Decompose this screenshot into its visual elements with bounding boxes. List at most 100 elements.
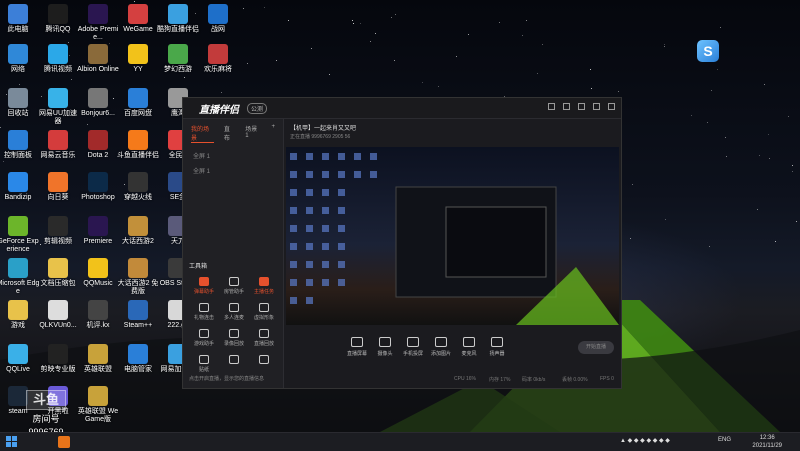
desktop-icon[interactable]: 英雄联盟 WeGame版 bbox=[76, 386, 120, 424]
microphone-button[interactable]: 麦克风 bbox=[454, 337, 484, 357]
minimize-icon[interactable] bbox=[578, 103, 585, 110]
desktop-icon[interactable]: Premiere bbox=[76, 216, 120, 246]
desktop-icon-label: 大话西游2 免费版 bbox=[117, 280, 159, 295]
desktop-icon[interactable]: 大话西游2 免费版 bbox=[116, 258, 160, 296]
desktop-icon[interactable]: QLKVUn0... bbox=[36, 300, 80, 330]
desktop-icon[interactable]: 战网 bbox=[196, 4, 240, 34]
desktop-icon[interactable]: Albion Online bbox=[76, 44, 120, 74]
desktop-icon[interactable]: QQLive bbox=[0, 344, 40, 374]
desktop-icon[interactable]: 腾讯视频 bbox=[36, 44, 80, 74]
desktop-icon-image bbox=[8, 130, 28, 150]
language-indicator[interactable]: ENG bbox=[718, 437, 731, 443]
scene-tabs: 我的场景 直布 场景 1 + bbox=[183, 119, 283, 148]
tab-my-scene[interactable]: 我的场景 bbox=[191, 124, 214, 143]
desktop-icon[interactable]: 文档压缩包 bbox=[36, 258, 80, 288]
desktop-icon[interactable]: 腾讯QQ bbox=[36, 4, 80, 34]
toolbox-item[interactable]: 多人连麦 bbox=[219, 303, 249, 321]
toolbox-item[interactable]: 直播回放 bbox=[249, 329, 279, 347]
add-tab-button[interactable]: + bbox=[271, 124, 275, 143]
toolbox-item[interactable]: 录像回放 bbox=[219, 329, 249, 347]
add-image-button[interactable]: 添加图片 bbox=[426, 337, 456, 357]
speaker-button[interactable]: 扬声器 bbox=[482, 337, 512, 357]
desktop-icon[interactable]: 网易云音乐 bbox=[36, 130, 80, 160]
desktop-icon-image bbox=[128, 44, 148, 64]
desktop-icon[interactable]: 网络 bbox=[0, 44, 40, 74]
tool-label: 弹幕助手 bbox=[193, 289, 214, 295]
star bbox=[133, 0, 135, 2]
start-live-button[interactable]: 开始直播 bbox=[578, 341, 614, 354]
tab-scene-1[interactable]: 场景 1 bbox=[245, 124, 261, 143]
close-icon[interactable] bbox=[608, 103, 615, 110]
desktop-icon[interactable]: 剪辑视频 bbox=[36, 216, 80, 246]
toolbox-item[interactable]: 游戏助手 bbox=[189, 329, 219, 347]
tray-icons[interactable]: ▲ ◆ ◆ ◆ ◆ ◆ ◆ ◆ bbox=[620, 437, 670, 444]
stream-preview[interactable] bbox=[286, 147, 619, 325]
desktop-icon[interactable]: 酷狗直播伴侣 bbox=[156, 4, 200, 34]
desktop-icon[interactable]: 此电脑 bbox=[0, 4, 40, 34]
desktop-icon-label: 文档压缩包 bbox=[40, 280, 76, 287]
tool-label: 录像回放 bbox=[223, 341, 244, 347]
desktop-icon[interactable]: 向日葵 bbox=[36, 172, 80, 202]
tab-live[interactable]: 直布 bbox=[224, 124, 235, 143]
toolbox-item[interactable]: 礼物连击 bbox=[189, 303, 219, 321]
desktop-icon[interactable]: Steam++ bbox=[116, 300, 160, 330]
toolbox-item[interactable]: 贴纸 bbox=[189, 355, 219, 373]
desktop-icon-label: 英雄联盟 bbox=[84, 366, 112, 373]
room-title[interactable]: 【机甲】一起来肖又又吧 bbox=[290, 123, 356, 132]
desktop-icon[interactable]: 机评.kx bbox=[76, 300, 120, 330]
tool-icon bbox=[229, 355, 239, 364]
desktop-icon[interactable]: 大话西游2 bbox=[116, 216, 160, 246]
toolbox-item[interactable] bbox=[219, 355, 249, 373]
stream-controls: 直播屏幕 摄像头 手机投屏 添加图片 麦克风 扬声器 开始直播 bbox=[284, 333, 621, 369]
desktop-icon[interactable]: 百度网盘 bbox=[116, 88, 160, 118]
desktop-icon-label: 穿越火线 bbox=[124, 194, 152, 201]
desktop-icon[interactable]: WeGame bbox=[116, 4, 160, 34]
desktop-icon-label: 网易UU加速器 bbox=[38, 110, 78, 125]
desktop-icon[interactable]: 梦幻西游 bbox=[156, 44, 200, 74]
phone-cast-button[interactable]: 手机投屏 bbox=[398, 337, 428, 357]
star bbox=[525, 19, 527, 21]
desktop-icon-image bbox=[128, 300, 148, 320]
desktop-icon[interactable]: 控制面板 bbox=[0, 130, 40, 160]
desktop-icon-label: 英雄联盟 WeGame版 bbox=[77, 408, 119, 423]
desktop-icon[interactable]: Photoshop bbox=[76, 172, 120, 202]
screen-capture-button[interactable]: 直播屏幕 bbox=[342, 337, 372, 357]
desktop-icon-label: 向日葵 bbox=[47, 194, 69, 201]
camera-button[interactable]: 摄像头 bbox=[370, 337, 400, 357]
desktop-icon[interactable]: Bonjour6... bbox=[76, 88, 120, 118]
desktop-icon[interactable]: 斗鱼直播伴侣 bbox=[116, 130, 160, 160]
toolbox-item[interactable]: 主播任务 bbox=[249, 277, 279, 295]
scene-item[interactable]: 全屏 1 bbox=[183, 163, 283, 178]
desktop-app-s-icon[interactable]: S bbox=[697, 40, 719, 62]
desktop-icon-label: QQMusic bbox=[83, 280, 113, 287]
toolbox-item[interactable]: 房管助手 bbox=[219, 277, 249, 295]
desktop-icon[interactable]: 英雄联盟 bbox=[76, 344, 120, 374]
system-clock[interactable]: 12:36 2021/11/29 bbox=[752, 434, 782, 450]
settings-icon[interactable] bbox=[548, 103, 555, 110]
desktop-icon[interactable]: 穿越火线 bbox=[116, 172, 160, 202]
toolbox-item[interactable]: 弹幕助手 bbox=[189, 277, 219, 295]
desktop-icon[interactable]: 回收站 bbox=[0, 88, 40, 118]
scene-item[interactable]: 全屏 1 bbox=[183, 148, 283, 163]
toolbox-item[interactable]: 虚拟形象 bbox=[249, 303, 279, 321]
desktop-icon[interactable]: 游戏 bbox=[0, 300, 40, 330]
desktop-icon[interactable]: GeForce Experience bbox=[0, 216, 40, 254]
toolbox-item[interactable] bbox=[249, 355, 279, 373]
desktop-icon[interactable]: 网易UU加速器 bbox=[36, 88, 80, 126]
desktop-icon-label: Photoshop bbox=[81, 194, 115, 201]
desktop-icon[interactable]: 电脑管家 bbox=[116, 344, 160, 374]
desktop-icon[interactable]: Dota 2 bbox=[76, 130, 120, 160]
star bbox=[717, 68, 718, 70]
desktop-icon[interactable]: 欢乐麻将 bbox=[196, 44, 240, 74]
desktop-icon[interactable]: Bandizip bbox=[0, 172, 40, 202]
taskbar-streaming-app-icon[interactable] bbox=[58, 436, 70, 448]
maximize-icon[interactable] bbox=[593, 103, 600, 110]
menu-icon[interactable] bbox=[563, 103, 570, 110]
desktop-icon[interactable]: QQMusic bbox=[76, 258, 120, 288]
windows-start-icon[interactable] bbox=[6, 436, 18, 448]
desktop-icon[interactable]: Adobe Premie... bbox=[76, 4, 120, 42]
room-id: 9996769 bbox=[311, 134, 331, 140]
desktop-icon[interactable]: Microsoft Edge bbox=[0, 258, 40, 296]
desktop-icon[interactable]: 剪映专业版 bbox=[36, 344, 80, 374]
desktop-icon[interactable]: YY bbox=[116, 44, 160, 74]
